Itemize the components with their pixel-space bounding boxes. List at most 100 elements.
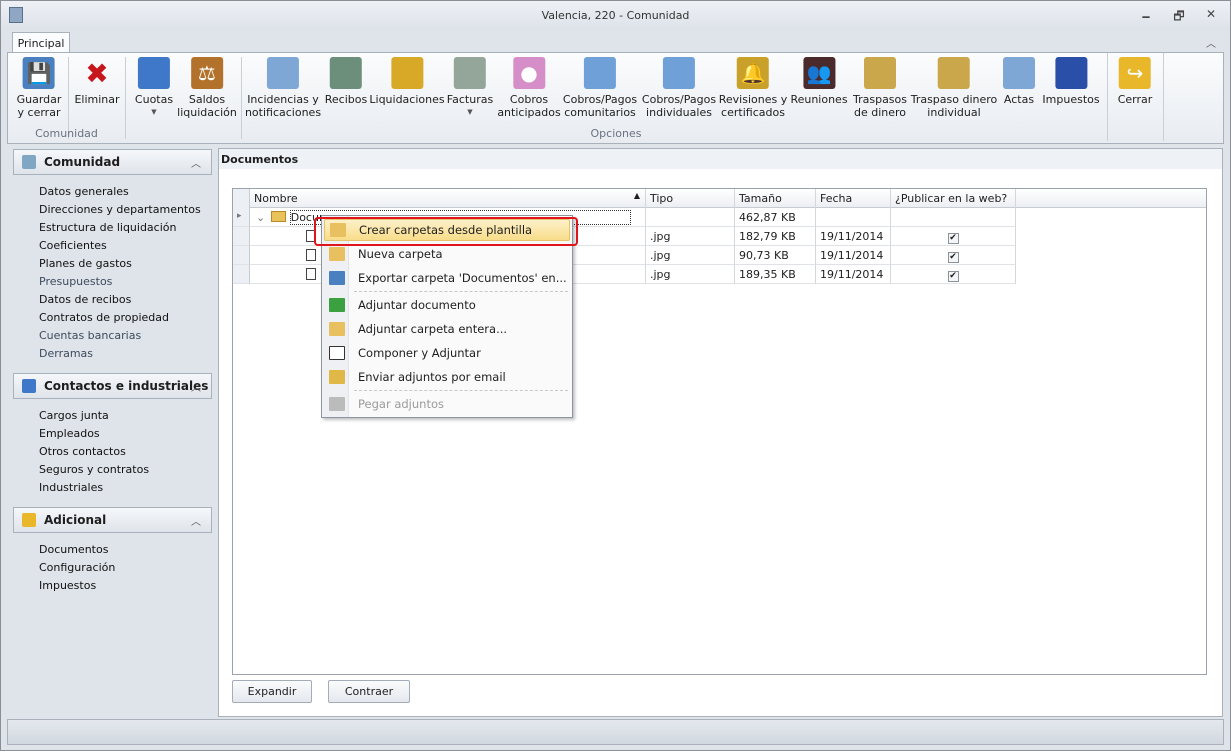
column-header-publicar[interactable]: ¿Publicar en la web?	[891, 189, 1016, 208]
attach-document-icon	[329, 298, 345, 312]
column-header-nombre[interactable]: Nombre ▲	[250, 189, 646, 208]
ribbon-button-receipt[interactable]: Recibos	[325, 57, 367, 106]
sidebar-item[interactable]: Direcciones y departamentos	[39, 201, 212, 219]
folder-icon	[329, 322, 345, 336]
column-header-fecha[interactable]: Fecha	[816, 189, 891, 208]
column-header-tipo[interactable]: Tipo	[646, 189, 735, 208]
row-header-corner	[233, 189, 250, 208]
sidebar-item[interactable]: Cuentas bancarias	[39, 327, 212, 345]
sidebar-item[interactable]: Datos de recibos	[39, 291, 212, 309]
row-indicator[interactable]	[233, 227, 250, 246]
publish-checkbox[interactable]: ✔	[947, 233, 959, 244]
ribbon-button-transfer[interactable]: Traspasos de dinero	[853, 57, 907, 119]
chevron-up-icon[interactable]: ︿	[191, 155, 201, 170]
sidebar-item[interactable]: Contratos de propiedad	[39, 309, 212, 327]
sidebar-section-comunidad[interactable]: Comunidad ︿	[13, 149, 212, 175]
sidebar-item[interactable]: Presupuestos	[39, 273, 212, 291]
cell-size: 462,87 KB	[735, 208, 816, 227]
ribbon-button-bell-document[interactable]: 🔔 Revisiones y certificados	[719, 57, 787, 119]
ribbon-button-label: Eliminar	[74, 93, 120, 106]
ribbon-button-transfer-person[interactable]: Traspaso dinero individual	[910, 57, 998, 119]
clipboard-check-icon	[267, 57, 299, 89]
database-icon	[22, 513, 36, 527]
ribbon-button-label: Traspaso dinero individual	[910, 93, 998, 119]
highlight-annotation	[314, 217, 578, 246]
ribbon-button-diploma[interactable]: Actas	[1003, 57, 1035, 106]
sidebar-item[interactable]: Empleados	[39, 425, 212, 443]
row-indicator[interactable]	[233, 246, 250, 265]
expand-button[interactable]: Expandir	[232, 680, 312, 703]
sidebar-item[interactable]: Documentos	[39, 541, 212, 559]
collapse-button[interactable]: Contraer	[328, 680, 410, 703]
sidebar-section-contactos[interactable]: Contactos e industriales ︿	[13, 373, 212, 399]
sidebar-item[interactable]: Otros contactos	[39, 443, 212, 461]
section-title: Comunidad	[44, 155, 121, 169]
sidebar-item[interactable]: Impuestos	[39, 577, 212, 595]
delete-icon: ✖	[85, 56, 109, 90]
menu-item-export-save[interactable]: Exportar carpeta 'Documentos' en...	[324, 267, 570, 289]
menu-item-paste[interactable]: Pegar adjuntos	[324, 393, 570, 415]
sidebar-items: Cargos junta Empleados Otros contactos Segu…	[13, 399, 212, 507]
menu-item-attach-document[interactable]: Adjuntar documento	[324, 294, 570, 316]
sidebar-section-adicional[interactable]: Adicional ︿	[13, 507, 212, 533]
cell-publish: ✔	[891, 265, 1016, 284]
cell-type: .jpg	[646, 265, 735, 284]
close-button[interactable]: ✕	[1200, 7, 1222, 23]
sidebar-item[interactable]: Coeficientes	[39, 237, 212, 255]
ribbon-button-calculator[interactable]: Cobros/Pagos comunitarios	[563, 57, 637, 119]
menu-item-label: Enviar adjuntos por email	[358, 370, 506, 384]
close-folder-icon: ↪	[1118, 57, 1151, 89]
chevron-up-icon[interactable]: ︿	[191, 513, 201, 528]
ribbon-button-scales[interactable]: ⚖ Saldos liquidación	[177, 57, 237, 119]
ribbon-button-invoice[interactable]: Facturas ▼	[447, 57, 493, 119]
title-bar: Valencia, 220 - Comunidad 🗕 🗗 ✕	[1, 1, 1230, 30]
menu-item-new-folder[interactable]: Nueva carpeta	[324, 243, 570, 265]
menu-separator	[354, 390, 568, 391]
export-save-icon	[329, 271, 345, 285]
cell-size: 189,35 KB	[735, 265, 816, 284]
row-indicator[interactable]	[233, 265, 250, 284]
ribbon-button-label: Cobros/Pagos individuales	[641, 93, 717, 119]
row-indicator[interactable]: ▸	[233, 208, 250, 227]
menu-item-copy-pages[interactable]: Componer y Adjuntar	[324, 342, 570, 364]
menu-item-label: Adjuntar carpeta entera...	[358, 322, 508, 336]
cell-size: 182,79 KB	[735, 227, 816, 246]
ribbon-button-piggy-bank[interactable]: ● Cobros anticipados	[497, 57, 561, 119]
ribbon-button-save[interactable]: 💾 Guardar y cerrar	[17, 57, 61, 119]
ribbon-button-meeting[interactable]: 👥 Reuniones	[790, 57, 848, 106]
ribbon-collapse-icon[interactable]: ︿	[1206, 35, 1216, 50]
ribbon-button-clipboard-check[interactable]: Incidencias y notificaciones	[245, 57, 321, 119]
sidebar-item[interactable]: Datos generales	[39, 183, 212, 201]
copy-pages-icon	[329, 346, 345, 360]
sidebar-item[interactable]: Derramas	[39, 345, 212, 363]
chevron-up-icon[interactable]: ︿	[191, 379, 201, 394]
restore-button[interactable]: 🗗	[1168, 7, 1190, 23]
menu-item-email-attach[interactable]: Enviar adjuntos por email	[324, 366, 570, 388]
sidebar-item[interactable]: Industriales	[39, 479, 212, 497]
sidebar-item[interactable]: Planes de gastos	[39, 255, 212, 273]
file-icon	[306, 249, 316, 261]
menu-item-folder[interactable]: Adjuntar carpeta entera...	[324, 318, 570, 340]
meeting-icon: 👥	[803, 57, 835, 89]
tab-principal[interactable]: Principal	[12, 32, 70, 53]
sidebar-item[interactable]: Configuración	[39, 559, 212, 577]
minimize-button[interactable]: 🗕	[1135, 7, 1157, 23]
save-icon: 💾	[23, 57, 55, 89]
ribbon-button-delete[interactable]: ✖ Eliminar	[74, 57, 119, 106]
menu-item-label: Componer y Adjuntar	[358, 346, 481, 360]
ribbon-button-close-folder[interactable]: ↪ Cerrar	[1118, 57, 1152, 106]
sidebar-item[interactable]: Seguros y contratos	[39, 461, 212, 479]
ribbon-button-certificate[interactable]: Liquidaciones	[369, 57, 445, 106]
ribbon-button-calendar-coins[interactable]: Cuotas ▼	[135, 57, 173, 119]
sidebar-item[interactable]: Estructura de liquidación	[39, 219, 212, 237]
grid-header: Nombre ▲ Tipo Tamaño Fecha ¿Publicar en l…	[233, 189, 1206, 208]
ribbon-button-tax[interactable]: Impuestos	[1042, 57, 1100, 106]
sidebar-item[interactable]: Cargos junta	[39, 407, 212, 425]
ribbon-button-calculator-person[interactable]: Cobros/Pagos individuales	[642, 57, 716, 119]
ribbon-button-label: Incidencias y notificaciones	[244, 93, 322, 119]
expand-chevron-icon[interactable]: ⌄	[256, 211, 269, 224]
calculator-icon	[583, 57, 616, 89]
publish-checkbox[interactable]: ✔	[947, 271, 959, 282]
column-header-tamano[interactable]: Tamaño	[735, 189, 816, 208]
publish-checkbox[interactable]: ✔	[947, 252, 959, 263]
